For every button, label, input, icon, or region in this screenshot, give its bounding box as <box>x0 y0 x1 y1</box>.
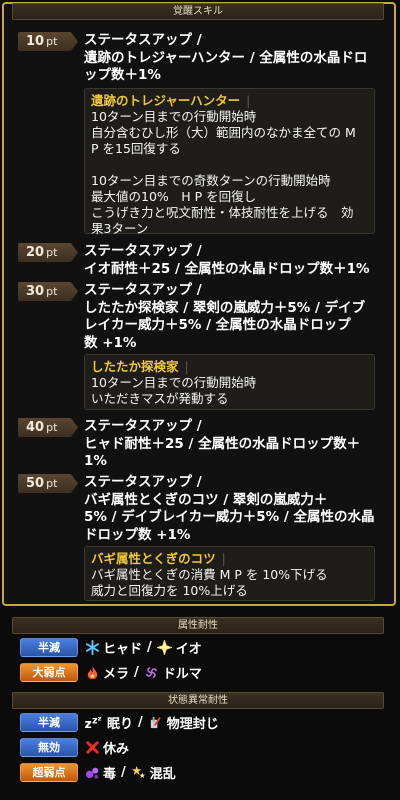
detail-line: 10ターン目までの奇数ターンの行動開始時 <box>91 173 331 188</box>
red-x-icon <box>84 740 100 756</box>
skill-detail-box: したたか探検家 | 10ターン目までの行動開始時 いただきマスが発動する <box>84 354 375 410</box>
detail-line: 威力と回復力を 10%上げる <box>91 583 248 598</box>
pt-badge-50: 50 pt <box>18 474 78 493</box>
detail-line: 10ターン目までの行動開始時 <box>91 109 257 124</box>
resistance-row-half: 半減 ヒャド / イオ <box>20 638 202 657</box>
pt-value: 40 <box>26 420 45 435</box>
resist-item: イオ <box>157 638 202 657</box>
resist-label: ヒャド <box>103 642 143 657</box>
pt-value: 20 <box>26 245 45 260</box>
detail-line: P を15回復する <box>91 141 181 156</box>
status-row-immune: 無効 休み <box>20 738 129 757</box>
pt-badge-30: 30 pt <box>18 282 78 301</box>
sleep-zz-icon: zzz <box>84 715 104 731</box>
detail-line: 自分含むひし形（大）範囲内のなかま全ての M <box>91 125 356 140</box>
skill-detail-title: バギ属性とくぎのコツ | <box>91 551 226 566</box>
svg-text:z: z <box>92 715 97 726</box>
detail-line: 最大値の10% H P を回復し <box>91 189 257 204</box>
skill-detail-title: 遺跡のトレジャーハンター | <box>91 93 251 108</box>
super-weakness-tag: 超弱点 <box>20 763 78 782</box>
big-weakness-tag: 大弱点 <box>20 663 78 682</box>
poison-bubbles-icon <box>84 765 100 781</box>
pt-value: 10 <box>26 34 45 49</box>
status-label: 物理封じ <box>166 717 219 732</box>
separator: / <box>147 640 152 655</box>
pt-unit: pt <box>46 35 58 48</box>
separator: / <box>138 715 143 730</box>
half-resist-tag: 半減 <box>20 713 78 732</box>
detail-line: いただきマスが発動する <box>91 391 229 406</box>
immune-tag: 無効 <box>20 738 78 757</box>
pt-unit: pt <box>46 477 58 490</box>
ice-snowflake-icon <box>84 640 100 656</box>
skill-text-10: ステータスアップ / 遺跡のトレジャーハンター / 全属性の水晶ドロ ップ数＋1… <box>84 32 368 83</box>
status-label: 休み <box>103 742 130 757</box>
skill-text-40: ステータスアップ / ヒャド耐性＋25 / 全属性の水晶ドロップ数＋ 1% <box>84 418 361 469</box>
detail-line: バギ属性とくぎの消費 M P を 10%下げる <box>91 567 328 582</box>
resist-item: メラ <box>84 663 129 682</box>
svg-text:z: z <box>85 717 92 730</box>
resist-label: ドルマ <box>162 667 202 682</box>
detail-line: こうげき力と呪文耐性・体技耐性を上げる 効 <box>91 205 354 220</box>
skill-text-30: ステータスアップ / したたか探検家 / 翠剣の嵐威力＋5% / デイブ レイカ… <box>84 282 366 351</box>
detail-line: 10ターン目までの行動開始時 <box>91 375 257 390</box>
pt-badge-40: 40 pt <box>18 418 78 437</box>
explosion-icon <box>157 640 173 656</box>
pt-badge-10: 10 pt <box>18 32 78 51</box>
status-row-super-weak: 超弱点 毒 / 混乱 <box>20 763 176 782</box>
resist-label: イオ <box>175 642 202 657</box>
status-label: 毒 <box>103 767 117 782</box>
status-item: 毒 <box>84 763 116 782</box>
detail-line: 果3ターン <box>91 221 149 236</box>
skill-text-20: ステータスアップ / イオ耐性＋25 / 全属性の水晶ドロップ数＋1% <box>84 243 370 277</box>
skill-text-50: ステータスアップ / バギ属性とくぎのコツ / 翠剣の嵐威力＋ 5% / デイブ… <box>84 474 375 543</box>
resist-item: ドルマ <box>144 663 202 682</box>
separator: / <box>121 765 126 780</box>
pt-unit: pt <box>46 285 58 298</box>
element-resistance-header: 属性耐性 <box>12 617 384 634</box>
half-resist-tag: 半減 <box>20 638 78 657</box>
status-resistance-header: 状態異常耐性 <box>12 692 384 709</box>
status-item: 混乱 <box>131 763 176 782</box>
resist-label: メラ <box>103 667 130 682</box>
flame-icon <box>84 665 100 681</box>
pt-value: 30 <box>26 284 45 299</box>
status-item: zzz 眠り <box>84 713 133 732</box>
skill-detail-box: 遺跡のトレジャーハンター | 10ターン目までの行動開始時 自分含むひし形（大）範… <box>84 88 375 236</box>
status-label: 眠り <box>107 717 134 732</box>
skill-detail-title: したたか探検家 | <box>91 359 189 374</box>
seal-icon <box>148 715 164 731</box>
pt-unit: pt <box>46 421 58 434</box>
confusion-stars-icon <box>131 765 147 781</box>
status-item: 物理封じ <box>148 713 219 732</box>
resist-item: ヒャド <box>84 638 142 657</box>
status-item: 休み <box>84 738 129 757</box>
pt-value: 50 <box>26 476 45 491</box>
pt-unit: pt <box>46 246 58 259</box>
status-label: 混乱 <box>149 767 176 782</box>
separator: / <box>134 665 139 680</box>
svg-text:z: z <box>98 715 102 723</box>
status-row-half: 半減 zzz 眠り / 物理封じ <box>20 713 219 732</box>
awakening-skill-header: 覚醒スキル <box>12 3 384 20</box>
pt-badge-20: 20 pt <box>18 243 78 262</box>
skill-detail-box: バギ属性とくぎのコツ | バギ属性とくぎの消費 M P を 10%下げる 威力と回… <box>84 546 375 601</box>
dark-swirl-icon <box>144 665 160 681</box>
resistance-row-big-weak: 大弱点 メラ / ドルマ <box>20 663 202 682</box>
